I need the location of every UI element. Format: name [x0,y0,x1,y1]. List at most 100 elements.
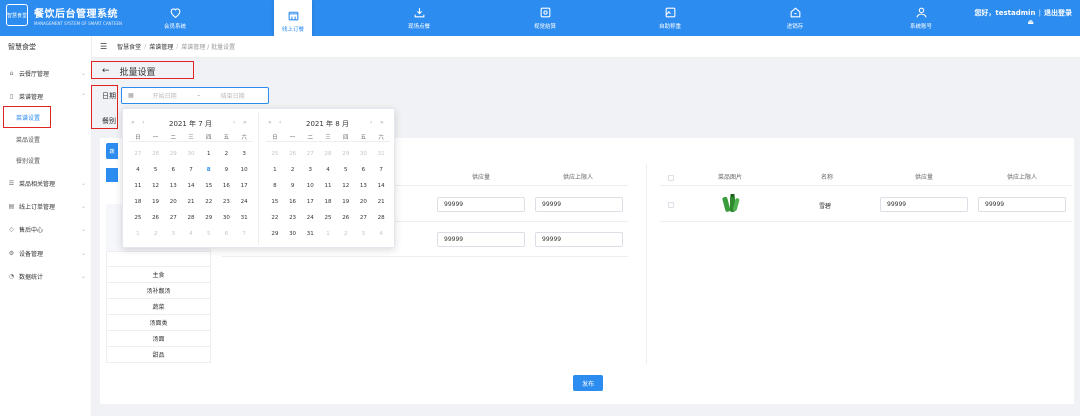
sidebar-sub-dish-settings[interactable]: 菜品设置 [0,131,92,147]
calendar-day[interactable]: 24 [235,197,253,213]
calendar-day[interactable]: 8 [200,165,218,181]
sidebar-item-after-sales[interactable]: ◇ 售后中心 ⌄ [0,221,92,237]
calendar-day[interactable]: 18 [319,197,337,213]
calendar-day[interactable]: 11 [319,181,337,197]
calendar-day[interactable]: 31 [235,213,253,229]
calendar-day[interactable]: 6 [355,165,373,181]
calendar-day[interactable]: 4 [372,229,390,245]
nav-system-account[interactable]: 系统账号 [886,0,956,36]
calendar-day[interactable]: 9 [284,181,302,197]
category-item[interactable]: 甜品 [106,347,211,363]
calendar-day[interactable]: 20 [164,197,182,213]
calendar-day[interactable]: 25 [319,213,337,229]
calendar-day[interactable]: 4 [319,165,337,181]
calendar-day[interactable]: 5 [337,165,355,181]
calendar-day[interactable]: 20 [355,197,373,213]
calendar-day[interactable]: 29 [266,229,284,245]
sidebar-sub-meal-settings[interactable]: 餐别设置 [0,152,92,168]
left-supply-input[interactable]: 99999 [437,197,525,212]
sidebar-item-menu[interactable]: ▯ 菜谱管理 ⌃ [0,88,92,104]
calendar-day[interactable]: 3 [355,229,373,245]
sidebar-item-online-orders[interactable]: ▤ 线上订单管理 ⌄ [0,198,92,214]
breadcrumb-item[interactable]: 菜谱管理 [149,42,173,51]
calendar-day[interactable]: 26 [284,149,302,165]
calendar-day[interactable]: 24 [301,213,319,229]
calendar-day[interactable]: 15 [200,181,218,197]
calendar-day[interactable]: 2 [218,149,236,165]
left-limit-input[interactable]: 99999 [535,197,623,212]
calendar-day[interactable]: 14 [182,181,200,197]
calendar-day[interactable]: 27 [355,213,373,229]
calendar-day[interactable]: 2 [337,229,355,245]
nav-inventory[interactable]: 进销存 [760,0,830,36]
calendar-day[interactable]: 16 [218,181,236,197]
logout-icon[interactable]: ⏏ [1027,18,1034,26]
next-month-button-left[interactable]: › [233,119,235,126]
publish-button[interactable]: 发布 [573,375,603,391]
calendar-day[interactable]: 14 [372,181,390,197]
calendar-day[interactable]: 11 [129,181,147,197]
category-item[interactable]: 主食 [106,267,211,283]
calendar-day[interactable]: 2 [284,165,302,181]
calendar-day[interactable]: 1 [200,149,218,165]
calendar-day[interactable]: 17 [301,197,319,213]
calendar-day[interactable]: 28 [147,149,165,165]
next-month-button[interactable]: › [370,119,372,126]
left-limit-input[interactable]: 99999 [535,232,623,247]
next-year-button-left[interactable]: » [243,119,247,126]
category-item[interactable]: 汤补靓汤 [106,283,211,299]
calendar-day[interactable]: 19 [337,197,355,213]
category-item[interactable]: 汤面类 [106,315,211,331]
date-end-field[interactable]: 结束日期 [208,91,258,100]
calendar-day[interactable]: 8 [266,181,284,197]
calendar-day[interactable]: 28 [319,149,337,165]
sidebar-item-devices[interactable]: ⚙ 设备管理 ⌄ [0,245,92,261]
sidebar-item-cloud-canteen[interactable]: ⌂ 云餐厅管理 ⌄ [0,65,92,81]
date-start-field[interactable]: 开始日期 [140,91,190,100]
calendar-day[interactable]: 13 [164,181,182,197]
calendar-day[interactable]: 18 [129,197,147,213]
nav-member[interactable]: 会员系统 [140,0,210,36]
calendar-day[interactable]: 3 [164,229,182,245]
calendar-day[interactable]: 12 [337,181,355,197]
calendar-day[interactable]: 29 [164,149,182,165]
right-supply-input[interactable]: 99999 [880,197,968,212]
calendar-day[interactable]: 29 [200,213,218,229]
calendar-day[interactable]: 2 [147,229,165,245]
nav-visual-checkout[interactable]: 视觉结算 [510,0,580,36]
calendar-day[interactable]: 29 [337,149,355,165]
calendar-day[interactable]: 25 [129,213,147,229]
calendar-day[interactable]: 26 [337,213,355,229]
row-checkbox[interactable] [668,202,674,208]
calendar-day[interactable]: 9 [218,165,236,181]
nav-onsite-order[interactable]: 现场点餐 [384,0,454,36]
calendar-day[interactable]: 21 [372,197,390,213]
calendar-day[interactable]: 30 [355,149,373,165]
calendar-day[interactable]: 19 [147,197,165,213]
sidebar-item-statistics[interactable]: ◔ 数据统计 ⌄ [0,268,92,284]
category-tab-button[interactable]: 蔬 [106,143,118,159]
select-all-checkbox[interactable] [668,175,674,181]
calendar-day[interactable]: 6 [164,165,182,181]
calendar-day[interactable]: 7 [182,165,200,181]
left-supply-input[interactable]: 99999 [437,232,525,247]
next-year-button[interactable]: » [380,119,384,126]
calendar-day[interactable]: 16 [284,197,302,213]
calendar-day[interactable]: 13 [355,181,373,197]
calendar-day[interactable]: 10 [301,181,319,197]
menu-toggle-icon[interactable]: ☰ [100,42,107,51]
logout-link[interactable]: 退出登录 [1044,8,1072,18]
sidebar-item-dish-related[interactable]: ☰ 菜品相关管理 ⌄ [0,175,92,191]
calendar-day[interactable]: 27 [301,149,319,165]
calendar-day[interactable]: 10 [235,165,253,181]
calendar-day[interactable]: 3 [235,149,253,165]
calendar-day[interactable]: 6 [218,229,236,245]
calendar-day[interactable]: 28 [372,213,390,229]
calendar-day[interactable]: 28 [182,213,200,229]
date-range-input[interactable]: ▦ 开始日期 - 结束日期 [121,87,269,104]
right-limit-input[interactable]: 99999 [978,197,1066,212]
calendar-day[interactable]: 26 [147,213,165,229]
calendar-day[interactable]: 12 [147,181,165,197]
calendar-day[interactable]: 27 [129,149,147,165]
calendar-day[interactable]: 1 [266,165,284,181]
